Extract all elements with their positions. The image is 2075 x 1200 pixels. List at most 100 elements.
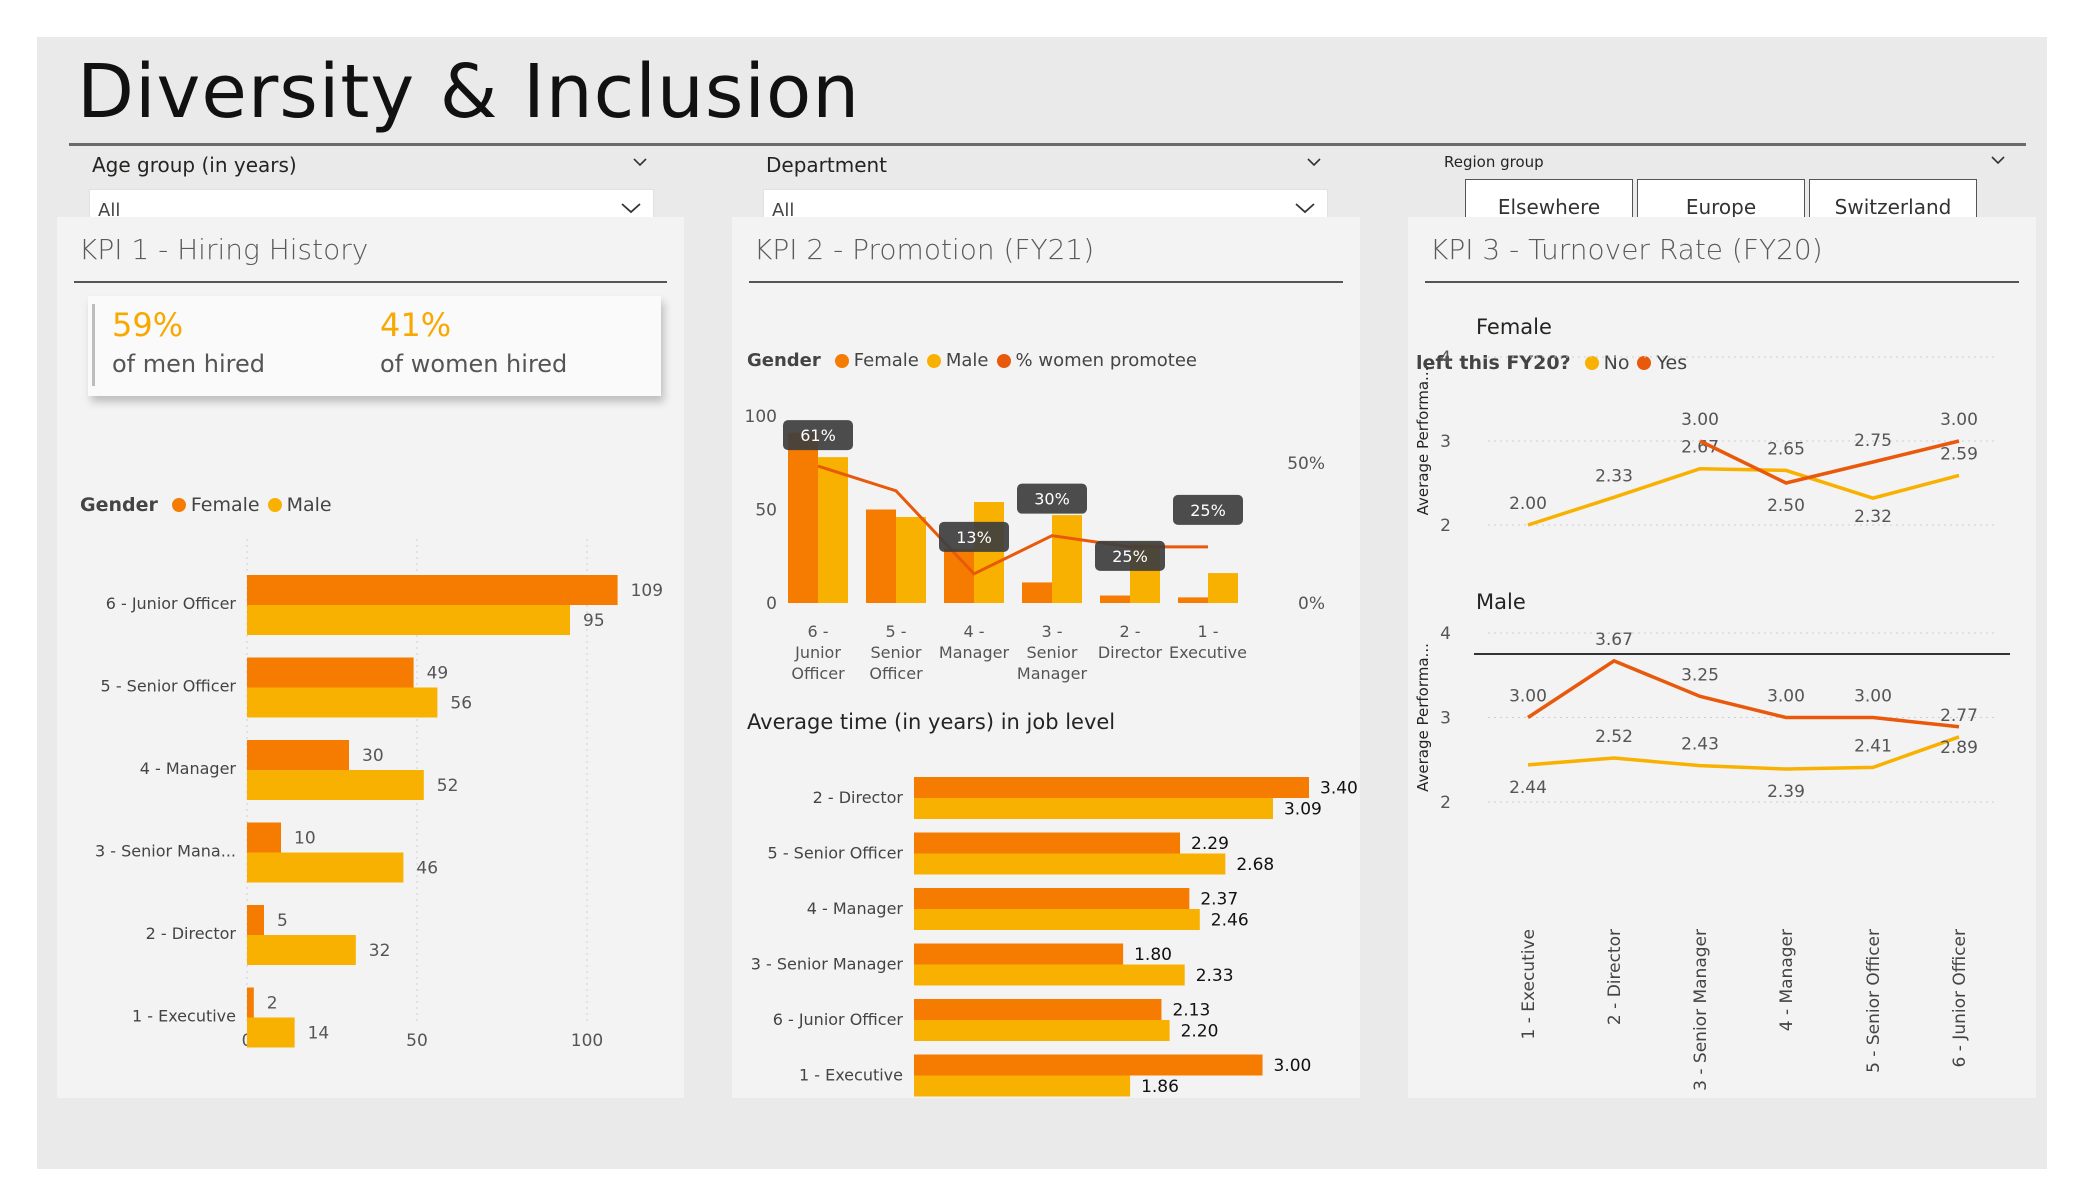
bar-value-label: 95 — [583, 611, 605, 631]
x-tick-label: 5 - Senior Officer — [1864, 929, 1884, 1073]
bar-value-label: 2 — [267, 994, 278, 1014]
female-bar[interactable] — [247, 575, 618, 605]
female-bar[interactable] — [247, 822, 281, 853]
female-bar[interactable] — [247, 987, 254, 1018]
category-label: 6 - — [807, 622, 828, 641]
y-tick-label: 4 — [1440, 348, 1451, 368]
category-label: 3 - — [1041, 622, 1062, 641]
bar-value-label: 2.33 — [1196, 966, 1234, 986]
promotee-data-label: 25% — [1190, 501, 1226, 520]
category-label: 6 - Junior Officer — [106, 594, 237, 613]
point-value-label: 3.25 — [1681, 665, 1719, 685]
category-label: Officer — [791, 664, 845, 683]
female-tenure-bar[interactable] — [914, 832, 1181, 854]
kpi1-panel: KPI 1 - Hiring History 59% of men hired … — [57, 217, 684, 1098]
bar-value-label: 109 — [631, 581, 663, 601]
male-bar[interactable] — [247, 605, 570, 635]
male-column[interactable] — [818, 457, 848, 603]
y-tick-label: 3 — [1440, 432, 1451, 452]
male-bar[interactable] — [247, 935, 356, 965]
female-tenure-bar[interactable] — [914, 943, 1124, 965]
category-label: 1 - Executive — [799, 1066, 903, 1085]
point-value-label: 2.65 — [1767, 439, 1805, 459]
category-label: Director — [1098, 643, 1163, 662]
promotee-data-label: 61% — [800, 426, 836, 445]
category-label: Executive — [1169, 643, 1247, 662]
x-tick-label: 4 - Manager — [1777, 929, 1797, 1031]
male-tenure-bar[interactable] — [914, 964, 1185, 986]
male-tenure-bar[interactable] — [914, 909, 1200, 930]
point-value-label: 3.00 — [1767, 687, 1805, 707]
point-value-label: 2.00 — [1509, 494, 1547, 514]
bar-value-label: 1.80 — [1134, 945, 1172, 965]
male-bar[interactable] — [247, 687, 438, 718]
chevron-down-icon — [1295, 203, 1315, 214]
region-slicer-label: Region group — [1444, 153, 1544, 171]
bar-value-label: 2.46 — [1211, 911, 1249, 931]
category-label: 6 - Junior Officer — [773, 1010, 904, 1029]
female-tenure-bar[interactable] — [914, 999, 1162, 1020]
point-value-label: 2.39 — [1767, 782, 1805, 802]
female-tenure-bar[interactable] — [914, 777, 1309, 798]
female-bar[interactable] — [247, 657, 414, 688]
female-bar[interactable] — [247, 740, 349, 770]
point-value-label: 2.75 — [1854, 431, 1892, 451]
department-slicer-collapse-icon[interactable] — [1307, 155, 1321, 169]
kpi3-panel: KPI 3 - Turnover Rate (FY20) left this F… — [1408, 217, 2036, 1098]
female-bar[interactable] — [247, 905, 264, 935]
no-line — [1527, 735, 1960, 771]
title-divider — [69, 143, 2026, 146]
category-label: Manager — [1017, 664, 1088, 683]
male-bar[interactable] — [247, 852, 404, 883]
category-label: 3 - Senior Manager — [751, 955, 904, 974]
bar-value-label: 1.86 — [1141, 1077, 1179, 1097]
x-tick-label: 1 - Executive — [1519, 929, 1539, 1040]
region-slicer-collapse-icon[interactable] — [1991, 153, 2005, 167]
x-tick-label: 3 - Senior Manager — [1691, 929, 1711, 1091]
male-column[interactable] — [896, 516, 926, 603]
yes-line — [1527, 658, 1960, 729]
bar-value-label: 46 — [416, 859, 438, 879]
kpi2-panel: KPI 2 - Promotion (FY21) Gender Female M… — [732, 217, 1360, 1098]
age-slicer-label: Age group (in years) — [92, 153, 297, 177]
point-value-label: 2.52 — [1595, 727, 1633, 747]
promotee-data-label: 13% — [956, 528, 992, 547]
female-column[interactable] — [1022, 582, 1052, 603]
male-tenure-bar[interactable] — [914, 1075, 1131, 1097]
point-value-label: 3.00 — [1854, 687, 1892, 707]
age-slicer-collapse-icon[interactable] — [633, 155, 647, 169]
male-bar[interactable] — [247, 770, 424, 800]
female-column[interactable] — [866, 509, 896, 604]
y2-tick-label: 50% — [1287, 454, 1325, 474]
y-tick-label: 50 — [755, 501, 777, 521]
facet-title: Male — [1476, 590, 1526, 614]
female-column[interactable] — [788, 432, 818, 603]
bar-value-label: 5 — [277, 911, 288, 931]
bar-value-label: 3.40 — [1320, 779, 1358, 799]
y-tick-label: 3 — [1440, 709, 1451, 729]
female-tenure-bar[interactable] — [914, 1054, 1263, 1076]
bar-value-label: 14 — [308, 1024, 330, 1044]
male-bar[interactable] — [247, 1017, 295, 1048]
male-tenure-bar[interactable] — [914, 853, 1226, 875]
male-column[interactable] — [1052, 515, 1082, 603]
y2-tick-label: 0% — [1298, 594, 1325, 614]
bar-value-label: 2.13 — [1172, 1001, 1210, 1021]
category-label: Junior — [794, 643, 841, 662]
bar-value-label: 10 — [294, 829, 316, 849]
category-label: 5 - Senior Officer — [101, 677, 237, 696]
point-value-label: 2.33 — [1595, 466, 1633, 486]
male-column[interactable] — [1208, 573, 1238, 603]
male-tenure-bar[interactable] — [914, 1020, 1170, 1041]
category-label: 5 - — [885, 622, 906, 641]
bar-value-label: 56 — [450, 694, 472, 714]
category-label: 5 - Senior Officer — [768, 844, 904, 863]
male-column[interactable] — [974, 502, 1004, 603]
bar-value-label: 2.29 — [1191, 834, 1229, 854]
male-tenure-bar[interactable] — [914, 798, 1273, 819]
female-tenure-bar[interactable] — [914, 888, 1190, 909]
female-column[interactable] — [1178, 597, 1208, 603]
bar-value-label: 2.37 — [1200, 890, 1238, 910]
female-column[interactable] — [1100, 595, 1130, 603]
point-value-label: 2.89 — [1940, 738, 1978, 758]
